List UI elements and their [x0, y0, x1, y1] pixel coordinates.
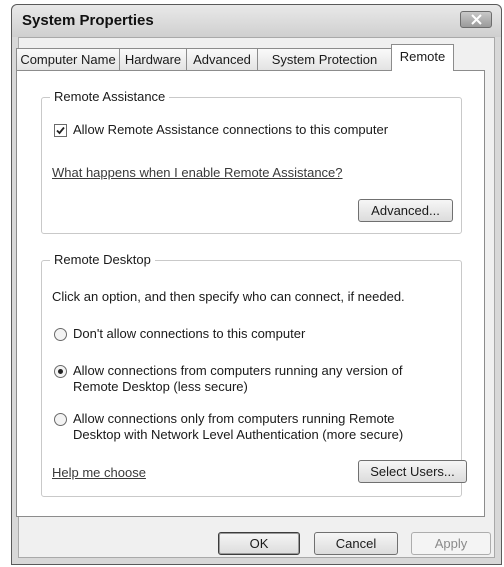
tab-advanced[interactable]: Advanced [186, 48, 258, 70]
radio-dont-allow[interactable] [54, 328, 67, 341]
window-title: System Properties [22, 12, 154, 29]
radio-allow-nla-label[interactable]: Allow connections only from computers ru… [73, 411, 403, 443]
help-me-choose-link[interactable]: Help me choose [52, 465, 146, 480]
radio-selected-dot [58, 369, 63, 374]
cancel-button[interactable]: Cancel [314, 532, 398, 555]
radio-allow-nla-line1: Allow connections only from computers ru… [73, 411, 395, 426]
allow-remote-assistance-checkbox[interactable] [54, 124, 67, 137]
remote-desktop-group: Remote Desktop Click an option, and then… [41, 252, 467, 497]
advanced-button[interactable]: Advanced... [358, 199, 453, 222]
radio-allow-any-version-label[interactable]: Allow connections from computers running… [73, 363, 403, 395]
radio-allow-nla[interactable] [54, 413, 67, 426]
title-bar[interactable]: System Properties [12, 5, 501, 37]
radio-allow-any-version-line1: Allow connections from computers running… [73, 363, 403, 378]
tab-hardware[interactable]: Hardware [119, 48, 187, 70]
allow-remote-assistance-label[interactable]: Allow Remote Assistance connections to t… [73, 122, 388, 137]
radio-dont-allow-label[interactable]: Don't allow connections to this computer [73, 326, 305, 341]
remote-assistance-group: Remote Assistance Allow Remote Assistanc… [41, 89, 462, 234]
remote-desktop-legend: Remote Desktop [50, 252, 155, 267]
checkmark-icon [56, 126, 65, 135]
remote-tab-panel: Remote Assistance Allow Remote Assistanc… [16, 70, 485, 517]
radio-allow-any-version-line2: Remote Desktop (less secure) [73, 379, 248, 394]
select-users-button[interactable]: Select Users... [358, 460, 467, 483]
tab-remote[interactable]: Remote [391, 44, 454, 71]
apply-button[interactable]: Apply [411, 532, 491, 555]
ok-button[interactable]: OK [218, 532, 300, 555]
remote-assistance-help-link[interactable]: What happens when I enable Remote Assist… [52, 165, 343, 180]
remote-desktop-instructions: Click an option, and then specify who ca… [52, 289, 405, 304]
close-button[interactable] [460, 11, 492, 28]
radio-allow-any-version[interactable] [54, 365, 67, 378]
remote-assistance-legend: Remote Assistance [50, 89, 170, 104]
radio-allow-nla-line2: Desktop with Network Level Authenticatio… [73, 427, 404, 442]
close-icon [471, 14, 482, 25]
tab-computer-name[interactable]: Computer Name [16, 48, 120, 70]
tab-system-protection[interactable]: System Protection [257, 48, 392, 70]
